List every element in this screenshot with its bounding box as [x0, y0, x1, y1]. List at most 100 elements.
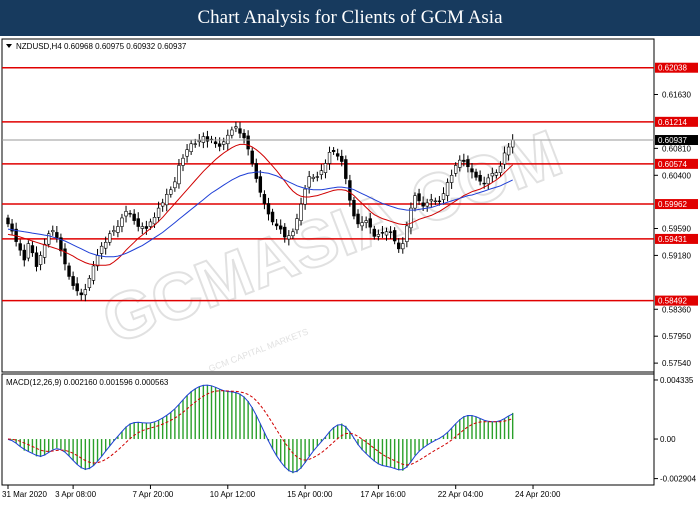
- candle-body[interactable]: [108, 233, 112, 243]
- candle-body[interactable]: [319, 170, 324, 175]
- candle-body[interactable]: [295, 218, 299, 231]
- candle-body[interactable]: [331, 150, 336, 152]
- candle-body[interactable]: [67, 265, 71, 277]
- candle-body[interactable]: [18, 243, 22, 251]
- candle-body[interactable]: [234, 126, 238, 129]
- candle-body[interactable]: [71, 276, 75, 286]
- candle-body[interactable]: [425, 202, 429, 207]
- candle-body[interactable]: [453, 165, 458, 174]
- candle-body[interactable]: [445, 182, 450, 196]
- candle-body[interactable]: [384, 231, 389, 236]
- candle-body[interactable]: [6, 217, 10, 225]
- candle-body[interactable]: [103, 241, 108, 249]
- candle-body[interactable]: [193, 143, 197, 145]
- candle-body[interactable]: [482, 182, 486, 185]
- candle-body[interactable]: [311, 176, 315, 179]
- candle-body[interactable]: [79, 292, 83, 296]
- candle-body[interactable]: [42, 243, 47, 258]
- candle-body[interactable]: [148, 221, 153, 227]
- candle-body[interactable]: [405, 225, 409, 242]
- candle-body[interactable]: [152, 217, 157, 225]
- candle-body[interactable]: [356, 213, 360, 225]
- candle-body[interactable]: [502, 152, 507, 165]
- candle-body[interactable]: [34, 252, 39, 267]
- chart-svg[interactable]: GCMASIA.COM GCM CAPITAL MARKETS 0.620380…: [0, 36, 700, 500]
- candle-body[interactable]: [498, 165, 503, 173]
- candle-body[interactable]: [278, 225, 283, 230]
- candle-body[interactable]: [340, 155, 344, 162]
- candle-body[interactable]: [307, 176, 311, 188]
- candle-body[interactable]: [372, 228, 376, 237]
- candle-body[interactable]: [270, 211, 275, 223]
- candle-body[interactable]: [222, 141, 226, 145]
- candle-body[interactable]: [449, 174, 454, 183]
- candle-body[interactable]: [315, 176, 320, 178]
- candle-body[interactable]: [197, 140, 201, 143]
- candle-body[interactable]: [185, 149, 189, 157]
- candle-body[interactable]: [51, 230, 55, 233]
- candle-body[interactable]: [299, 203, 303, 221]
- candle-body[interactable]: [87, 278, 92, 288]
- candle-body[interactable]: [470, 168, 474, 173]
- candle-body[interactable]: [173, 181, 177, 189]
- candle-body[interactable]: [458, 159, 462, 168]
- candle-body[interactable]: [266, 203, 271, 215]
- candle-body[interactable]: [201, 136, 206, 143]
- candle-body[interactable]: [254, 163, 258, 179]
- candle-body[interactable]: [348, 180, 352, 201]
- candle-body[interactable]: [397, 242, 401, 250]
- candle-body[interactable]: [486, 177, 490, 185]
- candle-body[interactable]: [38, 255, 43, 265]
- candle-body[interactable]: [136, 218, 140, 227]
- candle-body[interactable]: [242, 132, 246, 139]
- candle-body[interactable]: [258, 176, 263, 193]
- candle-body[interactable]: [344, 159, 348, 179]
- candle-body[interactable]: [462, 159, 466, 162]
- candle-body[interactable]: [112, 230, 116, 233]
- candle-body[interactable]: [417, 193, 421, 202]
- candle-body[interactable]: [99, 245, 104, 254]
- candle-body[interactable]: [75, 283, 79, 292]
- candle-body[interactable]: [226, 134, 230, 145]
- candle-body[interactable]: [144, 226, 149, 229]
- candle-body[interactable]: [421, 202, 425, 207]
- candle-body[interactable]: [335, 153, 340, 157]
- candle-body[interactable]: [441, 193, 446, 200]
- candle-body[interactable]: [189, 143, 193, 152]
- candle-body[interactable]: [55, 232, 59, 238]
- candle-body[interactable]: [95, 255, 100, 267]
- candle-body[interactable]: [437, 200, 442, 203]
- candle-body[interactable]: [478, 174, 482, 182]
- candle-body[interactable]: [474, 171, 478, 178]
- candle-body[interactable]: [26, 243, 31, 259]
- candle-body[interactable]: [360, 222, 364, 227]
- trading-chart[interactable]: GCMASIA.COM GCM CAPITAL MARKETS 0.62038 0…: [0, 36, 700, 500]
- candle-body[interactable]: [246, 135, 250, 150]
- candle-body[interactable]: [413, 195, 417, 209]
- candle-body[interactable]: [274, 223, 279, 227]
- candle-body[interactable]: [217, 143, 222, 147]
- macd-panel[interactable]: [1, 373, 655, 486]
- candle-body[interactable]: [238, 128, 242, 134]
- candle-body[interactable]: [132, 213, 136, 221]
- candle-body[interactable]: [364, 220, 368, 223]
- candle-body[interactable]: [506, 146, 511, 156]
- candle-body[interactable]: [376, 234, 381, 237]
- candle-body[interactable]: [291, 231, 295, 237]
- candle-body[interactable]: [230, 129, 234, 136]
- candle-body[interactable]: [128, 213, 132, 215]
- candle-body[interactable]: [401, 243, 405, 250]
- candle-body[interactable]: [22, 249, 26, 261]
- candle-body[interactable]: [124, 211, 128, 217]
- candle-body[interactable]: [323, 163, 328, 173]
- candle-body[interactable]: [368, 218, 372, 228]
- candle-body[interactable]: [83, 289, 88, 296]
- candle-body[interactable]: [169, 189, 173, 195]
- candle-body[interactable]: [392, 230, 397, 242]
- candle-body[interactable]: [409, 207, 413, 229]
- candle-body[interactable]: [181, 157, 185, 166]
- candle-body[interactable]: [490, 173, 495, 177]
- candle-body[interactable]: [140, 226, 145, 229]
- candle-body[interactable]: [262, 194, 267, 204]
- candle-body[interactable]: [165, 194, 169, 206]
